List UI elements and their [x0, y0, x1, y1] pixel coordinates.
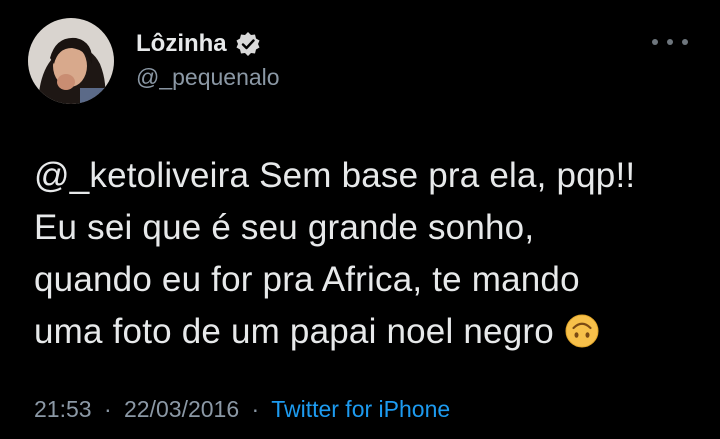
more-dot	[667, 39, 673, 45]
tweet-line-2: Eu sei que é seu grande sonho,	[34, 208, 535, 247]
avatar[interactable]	[28, 18, 114, 104]
tweet-line-3: quando eu for pra Africa, te mando	[34, 260, 580, 299]
tweet-text: @_ketoliveira Sem base pra ela, pqp!! Eu…	[34, 150, 704, 358]
more-dot	[652, 39, 658, 45]
verified-badge-icon	[235, 31, 261, 57]
tweet-time[interactable]: 21:53	[34, 396, 92, 422]
tweet-meta: 21:53 · 22/03/2016 · Twitter for iPhone	[34, 396, 450, 423]
tweet-card: Lôzinha @_pequenalo @_ketoliveira Sem ba…	[0, 0, 720, 439]
display-name[interactable]: Lôzinha	[136, 30, 227, 58]
meta-separator: ·	[251, 396, 260, 422]
more-options-icon[interactable]	[652, 34, 688, 50]
tweet-line-4: uma foto de um papai noel negro	[34, 306, 704, 358]
upside-down-face-icon	[564, 312, 600, 348]
tweet-date[interactable]: 22/03/2016	[124, 396, 239, 422]
mention-link[interactable]: @_ketoliveira	[34, 156, 249, 195]
author-handle[interactable]: @_pequenalo	[136, 64, 280, 91]
tweet-line-1: @_ketoliveira Sem base pra ela, pqp!!	[34, 150, 704, 202]
author-name-row: Lôzinha	[136, 30, 261, 58]
tweet-line-4-text: uma foto de um papai noel negro	[34, 312, 554, 351]
more-dot	[682, 39, 688, 45]
tweet-source-link[interactable]: Twitter for iPhone	[271, 396, 450, 422]
tweet-line-1-text: Sem base pra ela, pqp!!	[249, 156, 636, 195]
meta-separator: ·	[103, 396, 112, 422]
